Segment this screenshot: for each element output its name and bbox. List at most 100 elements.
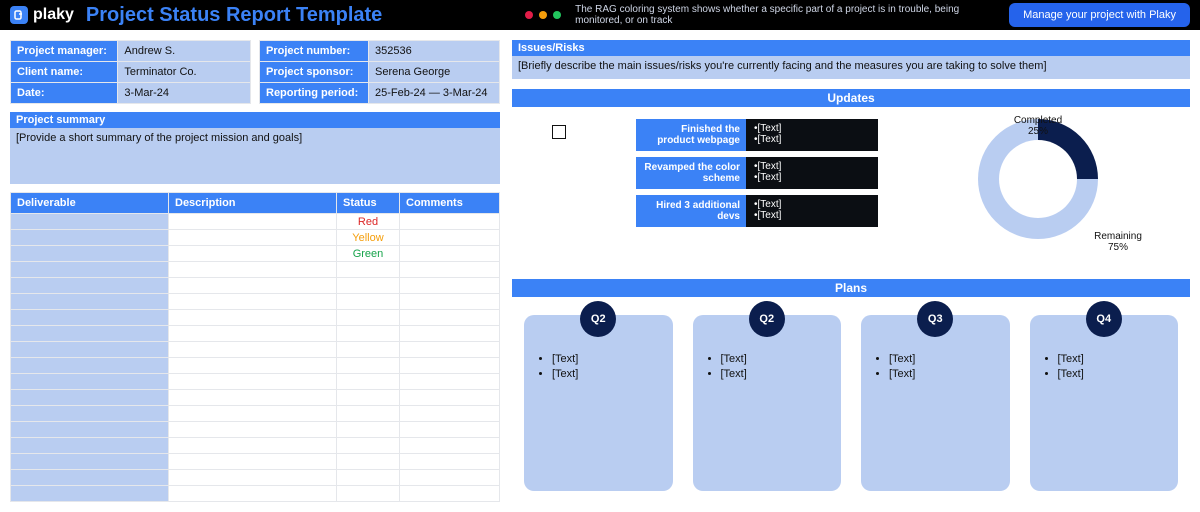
checkbox-icon[interactable] bbox=[552, 125, 566, 139]
plan-item[interactable]: [Text] bbox=[721, 368, 830, 380]
table-row[interactable]: Yellow bbox=[11, 230, 500, 246]
table-row[interactable] bbox=[11, 486, 500, 502]
cell-comments[interactable] bbox=[400, 230, 500, 246]
meta-value[interactable]: 3-Mar-24 bbox=[118, 83, 251, 104]
table-row[interactable] bbox=[11, 390, 500, 406]
table-row[interactable] bbox=[11, 278, 500, 294]
meta-value[interactable]: 25-Feb-24 — 3-Mar-24 bbox=[369, 83, 500, 104]
meta-key: Reporting period: bbox=[260, 83, 369, 104]
donut-icon bbox=[978, 119, 1098, 239]
table-row[interactable] bbox=[11, 358, 500, 374]
brand-icon bbox=[10, 6, 28, 24]
plan-item[interactable]: [Text] bbox=[889, 368, 998, 380]
cell-status[interactable]: Green bbox=[337, 246, 400, 262]
plan-quarter-badge: Q2 bbox=[580, 301, 616, 337]
plan-quarter-badge: Q3 bbox=[917, 301, 953, 337]
table-row[interactable]: Green bbox=[11, 246, 500, 262]
deliverables-table: DeliverableDescriptionStatusComments Red… bbox=[10, 192, 500, 502]
donut-label-remaining: Remaining 75% bbox=[1088, 231, 1148, 253]
plan-item[interactable]: [Text] bbox=[1058, 353, 1167, 365]
plan-item[interactable]: [Text] bbox=[721, 353, 830, 365]
meta-value[interactable]: Andrew S. bbox=[118, 41, 251, 62]
plan-card: Q4[Text][Text] bbox=[1030, 315, 1179, 491]
plan-item[interactable]: [Text] bbox=[552, 368, 661, 380]
cell-description[interactable] bbox=[169, 214, 337, 230]
project-summary-title: Project summary bbox=[10, 112, 500, 128]
cell-status[interactable]: Yellow bbox=[337, 230, 400, 246]
plan-card: Q2[Text][Text] bbox=[693, 315, 842, 491]
cell-comments[interactable] bbox=[400, 246, 500, 262]
dot-green-icon bbox=[553, 11, 561, 19]
plan-item[interactable]: [Text] bbox=[552, 353, 661, 365]
update-card: Hired 3 additional devs•[Text]•[Text] bbox=[636, 195, 878, 227]
donut-label-completed: Completed 25% bbox=[1008, 115, 1068, 137]
cell-comments[interactable] bbox=[400, 214, 500, 230]
update-card-label: Finished the product webpage bbox=[636, 119, 746, 151]
deliv-header: Status bbox=[337, 193, 400, 214]
plans-title: Plans bbox=[512, 279, 1190, 297]
project-summary-panel: Project summary [Provide a short summary… bbox=[10, 112, 500, 184]
table-row[interactable] bbox=[11, 342, 500, 358]
deliv-header: Description bbox=[169, 193, 337, 214]
meta-key: Project sponsor: bbox=[260, 62, 369, 83]
cell-deliverable[interactable] bbox=[11, 246, 169, 262]
update-card-body[interactable]: •[Text]•[Text] bbox=[746, 119, 878, 151]
topbar: plaky Project Status Report Template The… bbox=[0, 0, 1200, 30]
cell-status[interactable]: Red bbox=[337, 214, 400, 230]
meta-key: Project number: bbox=[260, 41, 369, 62]
cell-deliverable[interactable] bbox=[11, 230, 169, 246]
table-row[interactable] bbox=[11, 310, 500, 326]
tagline: The RAG coloring system shows whether a … bbox=[575, 4, 995, 26]
plan-quarter-badge: Q2 bbox=[749, 301, 785, 337]
plan-card: Q3[Text][Text] bbox=[861, 315, 1010, 491]
update-card-body[interactable]: •[Text]•[Text] bbox=[746, 195, 878, 227]
dot-red-icon bbox=[525, 11, 533, 19]
deliv-header: Deliverable bbox=[11, 193, 169, 214]
update-card: Finished the product webpage•[Text]•[Tex… bbox=[636, 119, 878, 151]
update-card-label: Revamped the color scheme bbox=[636, 157, 746, 189]
brand-logo: plaky bbox=[10, 6, 74, 24]
meta-value[interactable]: Serena George bbox=[369, 62, 500, 83]
table-row[interactable] bbox=[11, 438, 500, 454]
project-summary-body[interactable]: [Provide a short summary of the project … bbox=[10, 128, 500, 184]
table-row[interactable] bbox=[11, 326, 500, 342]
update-card-body[interactable]: •[Text]•[Text] bbox=[746, 157, 878, 189]
meta-key: Client name: bbox=[11, 62, 118, 83]
updates-title: Updates bbox=[512, 89, 1190, 107]
meta-table-right: Project number:352536Project sponsor:Ser… bbox=[259, 40, 500, 104]
plan-item[interactable]: [Text] bbox=[1058, 368, 1167, 380]
table-row[interactable] bbox=[11, 294, 500, 310]
completion-donut-chart: Completed 25% Remaining 75% bbox=[948, 119, 1148, 269]
page-title: Project Status Report Template bbox=[86, 4, 382, 27]
manage-project-button[interactable]: Manage your project with Plaky bbox=[1009, 3, 1190, 27]
meta-key: Project manager: bbox=[11, 41, 118, 62]
issues-body[interactable]: [Briefly describe the main issues/risks … bbox=[512, 56, 1190, 79]
table-row[interactable] bbox=[11, 262, 500, 278]
plans-row: Q2[Text][Text]Q2[Text][Text]Q3[Text][Tex… bbox=[512, 315, 1190, 491]
table-row[interactable] bbox=[11, 454, 500, 470]
meta-value[interactable]: 352536 bbox=[369, 41, 500, 62]
table-row[interactable] bbox=[11, 406, 500, 422]
traffic-lights bbox=[525, 11, 561, 19]
issues-panel: Issues/Risks [Briefly describe the main … bbox=[512, 40, 1190, 79]
table-row[interactable] bbox=[11, 374, 500, 390]
meta-key: Date: bbox=[11, 83, 118, 104]
meta-table-left: Project manager:Andrew S.Client name:Ter… bbox=[10, 40, 251, 104]
table-row[interactable] bbox=[11, 422, 500, 438]
update-card-label: Hired 3 additional devs bbox=[636, 195, 746, 227]
deliv-header: Comments bbox=[400, 193, 500, 214]
cell-description[interactable] bbox=[169, 246, 337, 262]
cell-deliverable[interactable] bbox=[11, 214, 169, 230]
update-card: Revamped the color scheme•[Text]•[Text] bbox=[636, 157, 878, 189]
issues-title: Issues/Risks bbox=[512, 40, 1190, 56]
table-row[interactable] bbox=[11, 470, 500, 486]
dot-yellow-icon bbox=[539, 11, 547, 19]
cell-description[interactable] bbox=[169, 230, 337, 246]
update-cards: Finished the product webpage•[Text]•[Tex… bbox=[636, 119, 878, 227]
plan-card: Q2[Text][Text] bbox=[524, 315, 673, 491]
plan-quarter-badge: Q4 bbox=[1086, 301, 1122, 337]
meta-value[interactable]: Terminator Co. bbox=[118, 62, 251, 83]
plan-item[interactable]: [Text] bbox=[889, 353, 998, 365]
brand-name: plaky bbox=[33, 6, 74, 24]
table-row[interactable]: Red bbox=[11, 214, 500, 230]
